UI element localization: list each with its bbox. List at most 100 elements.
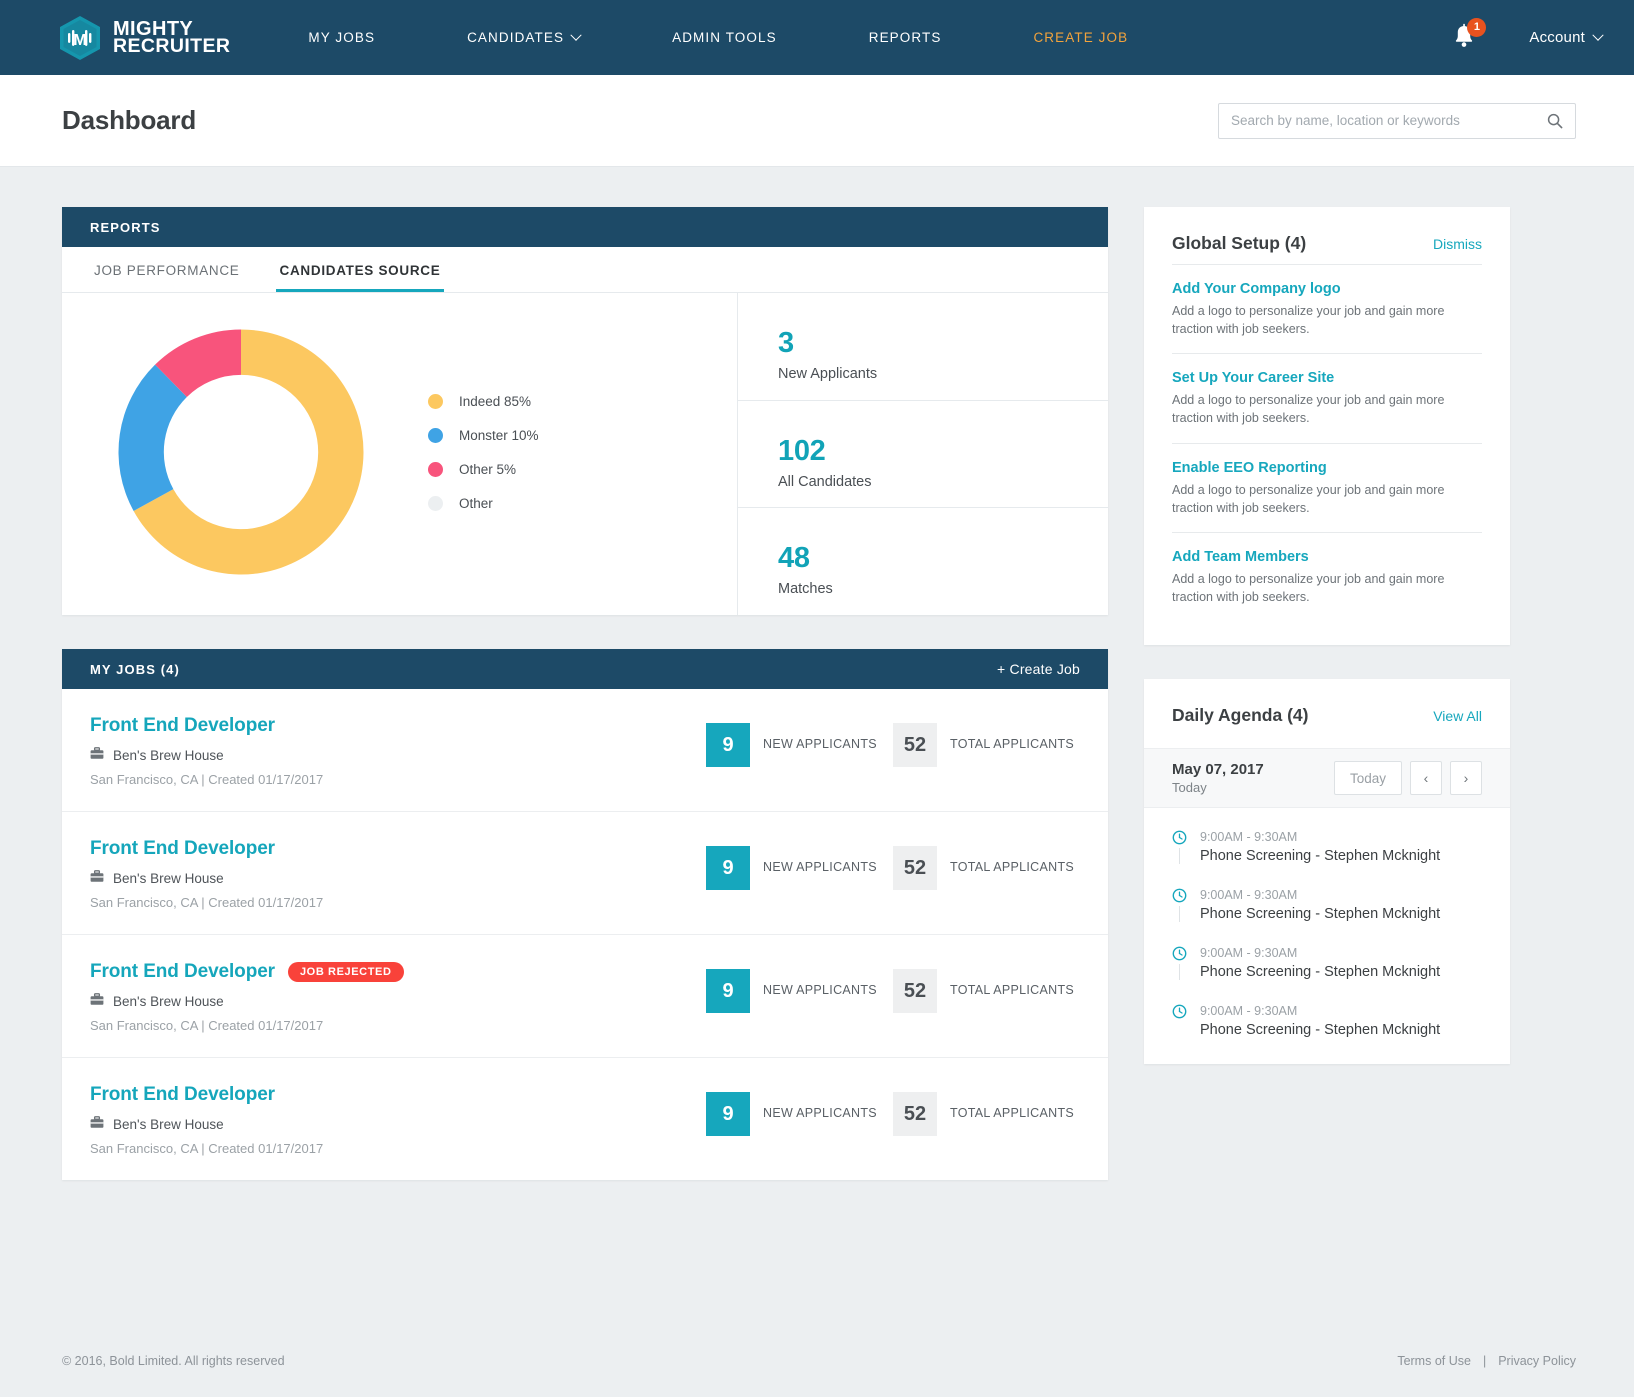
global-setup-list: Add Your Company logo Add a logo to perso… bbox=[1172, 264, 1482, 621]
agenda-item-time: 9:00AM - 9:30AM bbox=[1200, 830, 1298, 844]
agenda-connector-line bbox=[1179, 848, 1180, 864]
list-item[interactable]: 9:00AM - 9:30AM Phone Screening - Stephen… bbox=[1172, 888, 1482, 946]
svg-text:M: M bbox=[73, 32, 86, 49]
job-company-label: Ben's Brew House bbox=[113, 870, 224, 886]
stat-matches-label: Matches bbox=[778, 581, 833, 598]
table-row: Front End Developer Ben's Brew House San F… bbox=[62, 812, 1108, 935]
account-menu-label: Account bbox=[1529, 29, 1585, 46]
account-menu[interactable]: Account bbox=[1529, 29, 1604, 46]
nav-item-admin-tools[interactable]: ADMIN TOOLS bbox=[626, 30, 823, 45]
job-title-line: Front End Developer bbox=[90, 838, 706, 860]
setup-item-link[interactable]: Add Team Members bbox=[1172, 549, 1482, 565]
agenda-date: May 07, 2017 bbox=[1172, 761, 1264, 778]
reports-body: Indeed 85% Monster 10% Other 5% Other 3 … bbox=[62, 293, 1108, 615]
job-stats: 9 NEW APPLICANTS 52 TOTAL APPLICANTS bbox=[706, 961, 1080, 1013]
job-title-link[interactable]: Front End Developer bbox=[90, 961, 275, 983]
nav-item-create-job[interactable]: CREATE JOB bbox=[987, 30, 1174, 45]
total-applicants-count[interactable]: 52 bbox=[893, 1092, 937, 1136]
setup-item-link[interactable]: Enable EEO Reporting bbox=[1172, 460, 1482, 476]
setup-item-link[interactable]: Set Up Your Career Site bbox=[1172, 370, 1482, 386]
total-applicants-count[interactable]: 52 bbox=[893, 969, 937, 1013]
agenda-item-body: 9:00AM - 9:30AM Phone Screening - Stephen… bbox=[1200, 888, 1440, 922]
reports-card-title: REPORTS bbox=[90, 219, 161, 235]
mighty-recruiter-hex-logo-icon: M bbox=[58, 15, 102, 61]
chevron-down-icon bbox=[1592, 29, 1604, 41]
job-company-label: Ben's Brew House bbox=[113, 993, 224, 1009]
setup-item-description: Add a logo to personalize your job and g… bbox=[1172, 482, 1445, 515]
dismiss-button[interactable]: Dismiss bbox=[1433, 236, 1482, 252]
job-title-link[interactable]: Front End Developer bbox=[90, 1084, 275, 1106]
brand-wordmark: MIGHTY RECRUITER bbox=[113, 19, 231, 57]
job-title-link[interactable]: Front End Developer bbox=[90, 715, 275, 737]
nav-item-candidates[interactable]: CANDIDATES bbox=[421, 29, 626, 45]
search-icon bbox=[1547, 113, 1563, 128]
previous-day-button[interactable]: ‹ bbox=[1410, 761, 1442, 795]
list-item[interactable]: 9:00AM - 9:30AM Phone Screening - Stephen… bbox=[1172, 1004, 1482, 1038]
legend-swatch-other bbox=[428, 495, 443, 511]
legend-item-indeed: Indeed 85% bbox=[428, 393, 539, 409]
notification-count-badge: 1 bbox=[1467, 17, 1487, 37]
list-item[interactable]: 9:00AM - 9:30AM Phone Screening - Stephen… bbox=[1172, 830, 1482, 888]
new-applicants-count[interactable]: 9 bbox=[706, 969, 750, 1013]
clock-icon bbox=[1172, 946, 1187, 961]
total-applicants-count[interactable]: 52 bbox=[893, 846, 937, 890]
list-item: Add Team Members Add a logo to personaliz… bbox=[1172, 531, 1482, 621]
list-item[interactable]: 9:00AM - 9:30AM Phone Screening - Stephen… bbox=[1172, 946, 1482, 1004]
agenda-item-time: 9:00AM - 9:30AM bbox=[1200, 888, 1298, 902]
job-title-link[interactable]: Front End Developer bbox=[90, 838, 275, 860]
brand-logo[interactable]: M MIGHTY RECRUITER bbox=[58, 15, 230, 61]
chevron-down-icon bbox=[570, 29, 582, 41]
clock-icon bbox=[1172, 830, 1187, 845]
setup-item-link[interactable]: Add Your Company logo bbox=[1172, 281, 1482, 297]
view-all-button[interactable]: View All bbox=[1433, 708, 1482, 724]
agenda-item-event: Phone Screening - Stephen Mcknight bbox=[1200, 1022, 1441, 1038]
brand-line-2: RECRUITER bbox=[113, 34, 231, 57]
page-title: Dashboard bbox=[62, 105, 197, 135]
create-job-button[interactable]: + Create Job bbox=[997, 661, 1080, 677]
total-applicants-count[interactable]: 52 bbox=[893, 723, 937, 767]
new-applicants-count[interactable]: 9 bbox=[706, 1092, 750, 1136]
tab-job-performance[interactable]: JOB PERFORMANCE bbox=[90, 263, 244, 292]
tab-candidates-source[interactable]: CANDIDATES SOURCE bbox=[275, 263, 445, 292]
agenda-rail bbox=[1172, 830, 1187, 864]
today-button[interactable]: Today bbox=[1333, 761, 1402, 795]
agenda-rail bbox=[1172, 1004, 1187, 1038]
reports-tabs: JOB PERFORMANCE CANDIDATES SOURCE bbox=[62, 247, 1108, 293]
terms-of-use-link[interactable]: Terms of Use bbox=[1397, 1354, 1471, 1368]
table-row: Front End Developer Ben's Brew House San F… bbox=[62, 1058, 1108, 1180]
donut-slice-monster-1[interactable] bbox=[118, 364, 187, 511]
clock-icon bbox=[1172, 1004, 1187, 1019]
privacy-policy-link[interactable]: Privacy Policy bbox=[1498, 1354, 1576, 1368]
job-list: Front End Developer Ben's Brew House San F… bbox=[62, 689, 1108, 1180]
page-header: Dashboard bbox=[0, 75, 1634, 167]
legend-label-monster: Monster 10% bbox=[459, 427, 539, 443]
list-item: Add Your Company logo Add a logo to perso… bbox=[1172, 264, 1482, 353]
daily-agenda-date-block: May 07, 2017 Today bbox=[1172, 761, 1264, 795]
search-box[interactable] bbox=[1218, 102, 1576, 139]
agenda-item-time: 9:00AM - 9:30AM bbox=[1200, 1004, 1298, 1018]
next-day-button[interactable]: › bbox=[1450, 761, 1482, 795]
nav-item-reports[interactable]: REPORTS bbox=[823, 30, 988, 45]
legend-label-other: Other bbox=[459, 495, 493, 511]
search-input[interactable] bbox=[1231, 113, 1547, 128]
nav-item-reports-label: REPORTS bbox=[868, 30, 942, 45]
new-applicants-count[interactable]: 9 bbox=[706, 723, 750, 767]
my-jobs-title: MY JOBS (4) bbox=[90, 661, 180, 677]
agenda-controls: Today ‹ › bbox=[1333, 761, 1482, 795]
job-stats: 9 NEW APPLICANTS 52 TOTAL APPLICANTS bbox=[706, 715, 1080, 767]
my-jobs-card: MY JOBS (4) + Create Job Front End Devel… bbox=[62, 649, 1108, 1180]
nav-item-my-jobs[interactable]: MY JOBS bbox=[308, 30, 421, 45]
total-applicants-label: TOTAL APPLICANTS bbox=[950, 860, 1075, 874]
right-column: Global Setup (4) Dismiss Add Your Compan… bbox=[1144, 207, 1510, 1064]
nav-item-create-job-label: CREATE JOB bbox=[1033, 30, 1129, 45]
job-company: Ben's Brew House bbox=[90, 870, 706, 886]
daily-agenda-panel: Daily Agenda (4) View All May 07, 2017 T… bbox=[1144, 679, 1510, 1064]
search-button[interactable] bbox=[1547, 113, 1563, 129]
notifications-button[interactable]: 1 bbox=[1451, 17, 1487, 53]
table-row: Front End Developer JOB REJECTED Ben's Bre… bbox=[62, 935, 1108, 1058]
legend-item-other-5: Other 5% bbox=[428, 461, 539, 477]
left-column: REPORTS JOB PERFORMANCE CANDIDATES SOURC… bbox=[62, 207, 1108, 1180]
new-applicants-count[interactable]: 9 bbox=[706, 846, 750, 890]
job-company: Ben's Brew House bbox=[90, 1116, 706, 1132]
job-company: Ben's Brew House bbox=[90, 747, 706, 763]
